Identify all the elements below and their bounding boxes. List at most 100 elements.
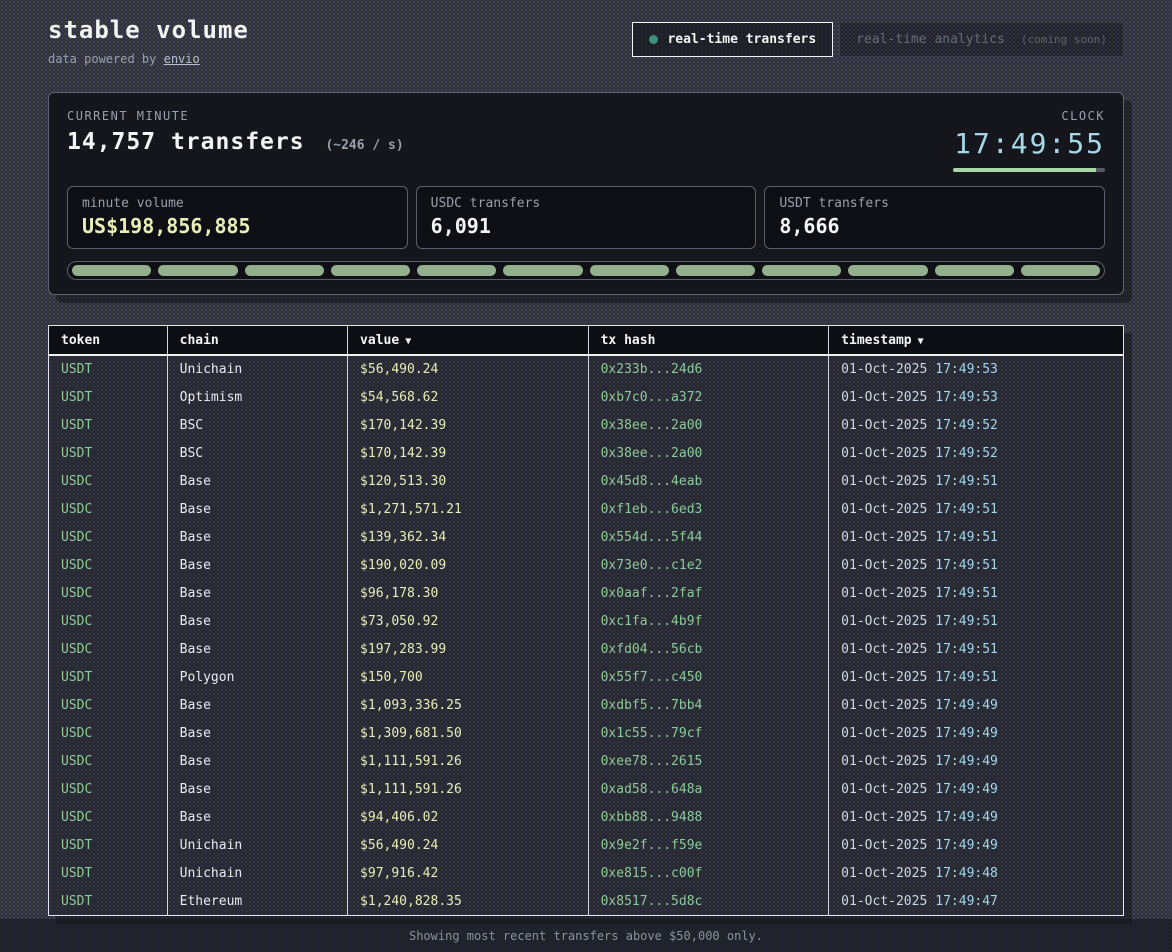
- tx-hash-link[interactable]: 0xbb88...9488: [601, 810, 703, 825]
- cell-tx-hash[interactable]: 0x9e2f...f59e: [588, 831, 829, 859]
- cell-timestamp: 01-Oct-202517:49:51: [829, 523, 1123, 551]
- tab-bar: real-time transfers real-time analytics …: [632, 22, 1124, 57]
- table-row[interactable]: USDC Base $1,111,591.26 0xee78...2615 01…: [49, 747, 1123, 775]
- tab-real-time-transfers[interactable]: real-time transfers: [632, 22, 833, 57]
- table-row[interactable]: USDT Ethereum $1,240,828.35 0x8517...5d8…: [49, 887, 1123, 915]
- timestamp-date: 01-Oct-2025: [841, 530, 927, 545]
- tx-hash-link[interactable]: 0x45d8...4eab: [601, 474, 703, 489]
- table-row[interactable]: USDC Base $139,362.34 0x554d...5f44 01-O…: [49, 523, 1123, 551]
- tx-hash-link[interactable]: 0xdbf5...7bb4: [601, 698, 703, 713]
- timestamp-time: 17:49:51: [935, 558, 998, 573]
- minute-segment: [331, 265, 410, 276]
- cell-tx-hash[interactable]: 0x38ee...2a00: [588, 411, 829, 439]
- tx-hash-link[interactable]: 0x0aaf...2faf: [601, 586, 703, 601]
- column-header-timestamp[interactable]: timestamp▼: [829, 326, 1123, 355]
- token-label: USDC: [61, 726, 92, 741]
- tx-hash-link[interactable]: 0xf1eb...6ed3: [601, 502, 703, 517]
- value-label: $1,240,828.35: [360, 894, 462, 909]
- cell-tx-hash[interactable]: 0xdbf5...7bb4: [588, 691, 829, 719]
- cell-timestamp: 01-Oct-202517:49:48: [829, 859, 1123, 887]
- token-label: USDC: [61, 614, 92, 629]
- table-row[interactable]: USDC Base $94,406.02 0xbb88...9488 01-Oc…: [49, 803, 1123, 831]
- tx-hash-link[interactable]: 0xfd04...56cb: [601, 642, 703, 657]
- cell-tx-hash[interactable]: 0x38ee...2a00: [588, 439, 829, 467]
- minute-segment: [762, 265, 841, 276]
- timestamp-date: 01-Oct-2025: [841, 670, 927, 685]
- minute-segment: [848, 265, 927, 276]
- envio-link[interactable]: envio: [164, 52, 200, 66]
- tab-real-time-analytics[interactable]: real-time analytics (coming soon): [839, 22, 1124, 57]
- cell-tx-hash[interactable]: 0x8517...5d8c: [588, 887, 829, 915]
- cell-value: $150,700: [348, 663, 589, 691]
- table-row[interactable]: USDC Base $1,093,336.25 0xdbf5...7bb4 01…: [49, 691, 1123, 719]
- cell-chain: Base: [167, 467, 347, 495]
- column-header-chain[interactable]: chain: [167, 326, 347, 355]
- tx-hash-link[interactable]: 0x38ee...2a00: [601, 418, 703, 433]
- table-row[interactable]: USDT Optimism $54,568.62 0xb7c0...a372 0…: [49, 383, 1123, 411]
- timestamp-date: 01-Oct-2025: [841, 726, 927, 741]
- tx-hash-link[interactable]: 0xb7c0...a372: [601, 390, 703, 405]
- column-header-tx-hash[interactable]: tx hash: [588, 326, 829, 355]
- cell-tx-hash[interactable]: 0x73e0...c1e2: [588, 551, 829, 579]
- token-label: USDC: [61, 698, 92, 713]
- table-row[interactable]: USDC Base $73,050.92 0xc1fa...4b9f 01-Oc…: [49, 607, 1123, 635]
- cell-chain: Base: [167, 747, 347, 775]
- tx-hash-link[interactable]: 0xc1fa...4b9f: [601, 614, 703, 629]
- table-row[interactable]: USDC Base $1,111,591.26 0xad58...648a 01…: [49, 775, 1123, 803]
- tx-hash-link[interactable]: 0x73e0...c1e2: [601, 558, 703, 573]
- table-row[interactable]: USDC Base $96,178.30 0x0aaf...2faf 01-Oc…: [49, 579, 1123, 607]
- table-row[interactable]: USDT Unichain $56,490.24 0x233b...24d6 0…: [49, 355, 1123, 383]
- table-row[interactable]: USDT Unichain $97,916.42 0xe815...c00f 0…: [49, 859, 1123, 887]
- tx-hash-link[interactable]: 0xad58...648a: [601, 782, 703, 797]
- column-header-token[interactable]: token: [49, 326, 167, 355]
- cell-tx-hash[interactable]: 0x0aaf...2faf: [588, 579, 829, 607]
- cell-tx-hash[interactable]: 0x233b...24d6: [588, 355, 829, 383]
- cell-chain: Base: [167, 775, 347, 803]
- value-label: $94,406.02: [360, 810, 438, 825]
- tx-hash-link[interactable]: 0xe815...c00f: [601, 866, 703, 881]
- transfers-count: 14,757: [67, 129, 156, 155]
- cell-tx-hash[interactable]: 0xee78...2615: [588, 747, 829, 775]
- cell-tx-hash[interactable]: 0xad58...648a: [588, 775, 829, 803]
- cell-tx-hash[interactable]: 0xfd04...56cb: [588, 635, 829, 663]
- cell-tx-hash[interactable]: 0xbb88...9488: [588, 803, 829, 831]
- cell-chain: Base: [167, 551, 347, 579]
- table-row[interactable]: USDC Base $190,020.09 0x73e0...c1e2 01-O…: [49, 551, 1123, 579]
- value-label: $56,490.24: [360, 362, 438, 377]
- tx-hash-link[interactable]: 0x233b...24d6: [601, 362, 703, 377]
- tx-hash-link[interactable]: 0x9e2f...f59e: [601, 838, 703, 853]
- cell-tx-hash[interactable]: 0x1c55...79cf: [588, 719, 829, 747]
- column-header-value[interactable]: value▼: [348, 326, 589, 355]
- cell-tx-hash[interactable]: 0xf1eb...6ed3: [588, 495, 829, 523]
- cell-tx-hash[interactable]: 0x45d8...4eab: [588, 467, 829, 495]
- cell-timestamp: 01-Oct-202517:49:51: [829, 495, 1123, 523]
- cell-tx-hash[interactable]: 0x55f7...c450: [588, 663, 829, 691]
- table-row[interactable]: USDC Base $1,271,571.21 0xf1eb...6ed3 01…: [49, 495, 1123, 523]
- subtitle-prefix: data powered by: [48, 52, 164, 66]
- timestamp-time: 17:49:53: [935, 362, 998, 377]
- token-label: USDT: [61, 670, 92, 685]
- table-row[interactable]: USDC Base $197,283.99 0xfd04...56cb 01-O…: [49, 635, 1123, 663]
- tx-hash-link[interactable]: 0xee78...2615: [601, 754, 703, 769]
- table-row[interactable]: USDT BSC $170,142.39 0x38ee...2a00 01-Oc…: [49, 439, 1123, 467]
- table-row[interactable]: USDC Base $1,309,681.50 0x1c55...79cf 01…: [49, 719, 1123, 747]
- cell-tx-hash[interactable]: 0xb7c0...a372: [588, 383, 829, 411]
- cell-token: USDC: [49, 691, 167, 719]
- tx-hash-link[interactable]: 0x1c55...79cf: [601, 726, 703, 741]
- cell-tx-hash[interactable]: 0xe815...c00f: [588, 859, 829, 887]
- cell-token: USDT: [49, 411, 167, 439]
- cell-tx-hash[interactable]: 0xc1fa...4b9f: [588, 607, 829, 635]
- table-row[interactable]: USDT Polygon $150,700 0x55f7...c450 01-O…: [49, 663, 1123, 691]
- table-row[interactable]: USDT BSC $170,142.39 0x38ee...2a00 01-Oc…: [49, 411, 1123, 439]
- stat-label: USDC transfers: [431, 196, 742, 211]
- tx-hash-link[interactable]: 0x8517...5d8c: [601, 894, 703, 909]
- cell-token: USDC: [49, 803, 167, 831]
- tx-hash-link[interactable]: 0x554d...5f44: [601, 530, 703, 545]
- table-row[interactable]: USDT Unichain $56,490.24 0x9e2f...f59e 0…: [49, 831, 1123, 859]
- value-label: $73,050.92: [360, 614, 438, 629]
- table-row[interactable]: USDC Base $120,513.30 0x45d8...4eab 01-O…: [49, 467, 1123, 495]
- timestamp-time: 17:49:52: [935, 446, 998, 461]
- tx-hash-link[interactable]: 0x38ee...2a00: [601, 446, 703, 461]
- tx-hash-link[interactable]: 0x55f7...c450: [601, 670, 703, 685]
- cell-tx-hash[interactable]: 0x554d...5f44: [588, 523, 829, 551]
